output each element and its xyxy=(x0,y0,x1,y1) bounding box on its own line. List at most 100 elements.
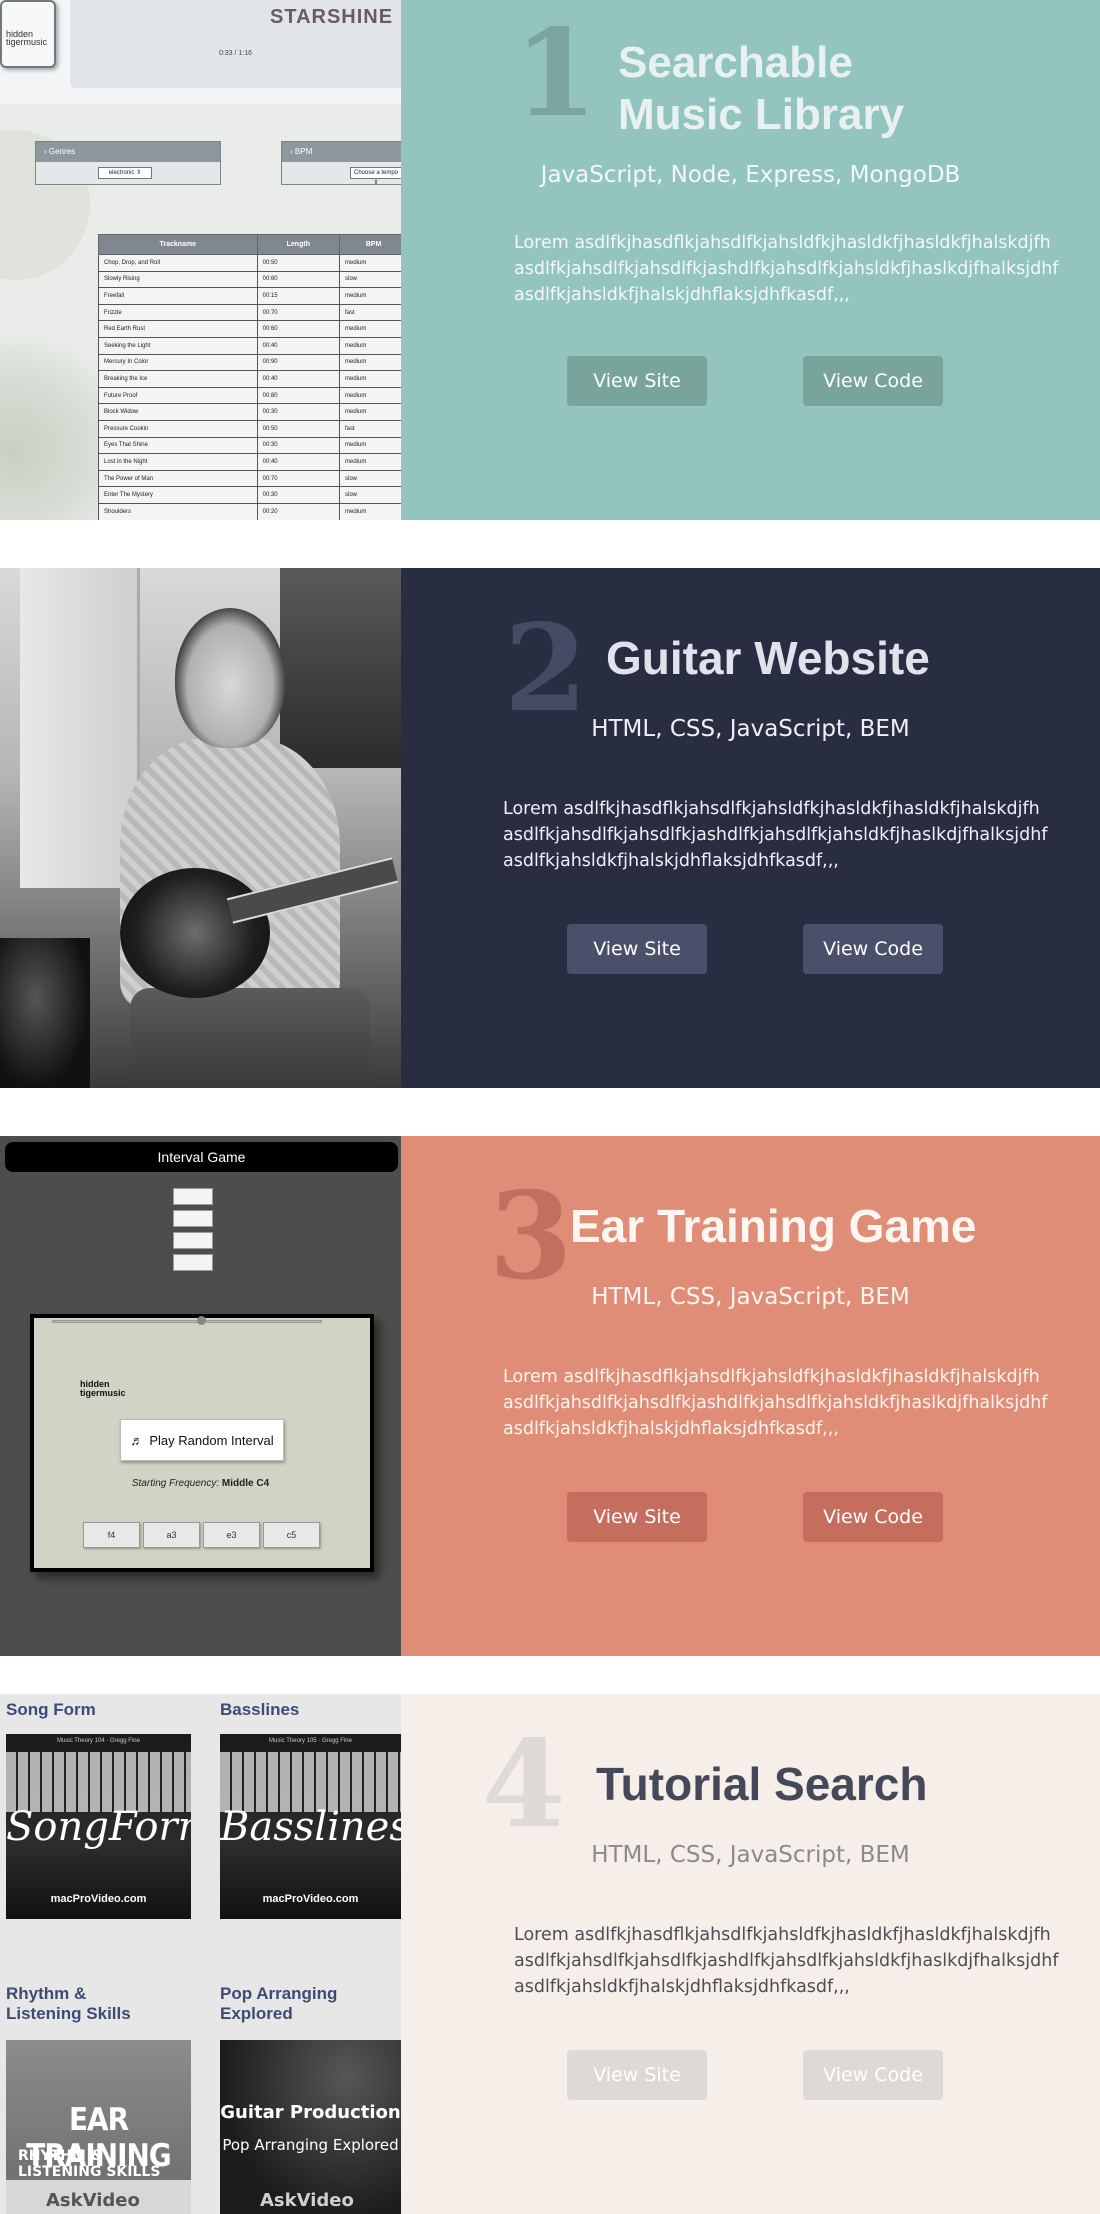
tutorial-label: Song Form xyxy=(6,1700,96,1719)
table-row[interactable]: Seeking the Light 00:40 medium xyxy=(98,336,401,355)
table-cell: Seeking the Light xyxy=(98,336,258,355)
guitarist-portrait xyxy=(175,608,285,748)
view-site-button[interactable]: View Site xyxy=(567,924,707,974)
table-cell: medium xyxy=(339,502,401,520)
table-row[interactable]: Chop, Drop, and Roll 00:50 medium xyxy=(98,254,401,272)
genre-select[interactable]: electronic ⇕ xyxy=(98,167,152,179)
table-cell: medium xyxy=(339,287,401,305)
bpm-filter: › BPM Choose a tempo ⇕ xyxy=(281,141,401,186)
table-cell: 00:40 xyxy=(256,370,341,388)
table-cell: The Power of Man xyxy=(98,469,258,488)
project-card-3: Interval Game hidden tigermusic ♬ Play R… xyxy=(0,1136,1100,1656)
answer-button[interactable]: a3 xyxy=(143,1522,200,1548)
table-cell: medium xyxy=(339,320,401,338)
project-number: 1 xyxy=(514,3,598,144)
table-cell: 00:30 xyxy=(256,486,341,504)
play-random-interval-button[interactable]: ♬ Play Random Interval xyxy=(120,1419,284,1461)
view-code-button[interactable]: View Code xyxy=(803,356,943,406)
project-description: Lorem asdlfkjhasdflkjahsdlfkjahsldfkjhas… xyxy=(514,1925,1059,1997)
table-cell: medium xyxy=(339,403,401,421)
chevron-right-icon: › xyxy=(290,147,293,156)
project-number: 3 xyxy=(489,1166,573,1307)
view-code-button[interactable]: View Code xyxy=(803,1492,943,1542)
table-cell: Slowly Rising xyxy=(98,270,258,289)
song-time: 0:33 / 1:16 xyxy=(218,50,253,57)
table-cell: Pressure Cookin xyxy=(98,419,258,438)
table-cell: slow xyxy=(339,469,401,488)
table-row[interactable]: Mercury In Color 00:90 medium xyxy=(98,353,401,372)
table-row[interactable]: Lost in the Night 00:40 medium xyxy=(98,453,401,471)
project-description: Lorem asdlfkjhasdflkjahsdlfkjahsldfkjhas… xyxy=(503,1367,1048,1439)
project-3-panel: 3 Ear Training Game HTML, CSS, JavaScrip… xyxy=(401,1136,1100,1656)
project-card-1: STARSHINE 0:33 / 1:16 hidden tigermusic … xyxy=(0,0,1100,520)
table-cell: 00:20 xyxy=(256,502,341,520)
game-header: Interval Game xyxy=(5,1142,398,1172)
project-title: Ear Training Game xyxy=(570,1200,977,1252)
table-header-row: Trackname Length BPM xyxy=(98,234,401,255)
waveform-icon xyxy=(173,1232,213,1249)
table-row[interactable]: Eyes That Shine 00:30 medium xyxy=(98,436,401,455)
answer-button[interactable]: e3 xyxy=(203,1522,260,1548)
table-cell: 00:30 xyxy=(256,436,341,455)
audio-player: STARSHINE 0:33 / 1:16 xyxy=(70,0,401,88)
table-row[interactable]: Frizzle 00:70 fast xyxy=(98,303,401,322)
project-3-screenshot: Interval Game hidden tigermusic ♬ Play R… xyxy=(0,1136,401,1656)
table-cell: medium xyxy=(339,254,401,272)
table-row[interactable]: Breaking the Ice 00:40 medium xyxy=(98,370,401,388)
view-code-button[interactable]: View Code xyxy=(803,924,943,974)
view-site-button[interactable]: View Site xyxy=(567,2050,707,2100)
table-cell: 00:40 xyxy=(256,336,341,355)
project-2-panel: 2 Guitar Website HTML, CSS, JavaScript, … xyxy=(401,568,1100,1088)
answer-button[interactable]: f4 xyxy=(83,1522,140,1548)
table-row[interactable]: Slowly Rising 00:60 slow xyxy=(98,270,401,289)
table-row[interactable]: The Power of Man 00:70 slow xyxy=(98,469,401,488)
table-row[interactable]: Freefall 00:15 medium xyxy=(98,287,401,305)
table-cell: Mercury In Color xyxy=(98,353,258,372)
table-row[interactable]: Future Proof 00:80 medium xyxy=(98,386,401,405)
table-cell: medium xyxy=(339,370,401,388)
tech-stack: HTML, CSS, JavaScript, BEM xyxy=(591,1284,910,1310)
table-cell: 00:60 xyxy=(256,270,341,289)
answer-button[interactable]: c5 xyxy=(263,1522,320,1548)
frequency-slider[interactable] xyxy=(52,1320,322,1323)
project-title: Tutorial Search xyxy=(596,1758,928,1810)
project-4-screenshot: Song Form Music Theory 104 · Gregg Fine … xyxy=(0,1694,401,2214)
table-cell: Shoulders xyxy=(98,502,258,520)
table-cell: 00:40 xyxy=(256,453,341,471)
table-cell: 00:90 xyxy=(256,353,341,372)
table-row[interactable]: Pressure Cookin 00:50 fast xyxy=(98,419,401,438)
column-header: Trackname xyxy=(98,234,258,255)
tutorial-label: Basslines xyxy=(220,1700,300,1719)
tutorial-cover-basslines[interactable]: Music Theory 105 · Gregg Fine Basslines … xyxy=(220,1734,401,1919)
table-cell: Future Proof xyxy=(98,386,258,405)
table-row[interactable]: Red Earth Rust 00:60 medium xyxy=(98,320,401,338)
table-cell: 00:15 xyxy=(256,287,341,305)
table-row[interactable]: Block Widow 00:30 medium xyxy=(98,403,401,421)
table-cell: slow xyxy=(339,486,401,504)
table-cell: 00:50 xyxy=(256,254,341,272)
genre-filter: › Genres electronic ⇕ xyxy=(35,141,221,185)
project-number: 2 xyxy=(504,598,588,739)
table-cell: Freefall xyxy=(98,287,258,305)
table-cell: 00:50 xyxy=(256,419,341,438)
table-cell: 00:70 xyxy=(256,303,341,322)
table-cell: Lost in the Night xyxy=(98,453,258,471)
view-site-button[interactable]: View Site xyxy=(567,1492,707,1542)
waveform-icon xyxy=(173,1210,213,1227)
bpm-select[interactable]: Choose a tempo ⇕ xyxy=(350,167,401,186)
chevron-right-icon: › xyxy=(44,147,47,156)
view-code-button[interactable]: View Code xyxy=(803,2050,943,2100)
view-site-button[interactable]: View Site xyxy=(567,356,707,406)
project-1-screenshot: STARSHINE 0:33 / 1:16 hidden tigermusic … xyxy=(0,0,401,520)
table-cell: medium xyxy=(339,453,401,471)
column-header: Length xyxy=(256,234,341,255)
table-row[interactable]: Shoulders 00:20 medium xyxy=(98,502,401,520)
tech-stack: HTML, CSS, JavaScript, BEM xyxy=(591,716,910,742)
table-cell: Breaking the Ice xyxy=(98,370,258,388)
tutorial-cover-ear-training[interactable]: EAR TRAINING RHYTHM & LISTENING SKILLS A… xyxy=(6,2040,191,2214)
slider-handle[interactable] xyxy=(197,1316,206,1325)
project-title: Searchable Music Library xyxy=(618,38,905,139)
tutorial-cover-pop-arranging[interactable]: Guitar Production Pop Arranging Explored… xyxy=(220,2040,401,2214)
tutorial-cover-song-form[interactable]: Music Theory 104 · Gregg Fine SongForm m… xyxy=(6,1734,191,1919)
table-row[interactable]: Enter The Mystery 00:30 slow xyxy=(98,486,401,504)
